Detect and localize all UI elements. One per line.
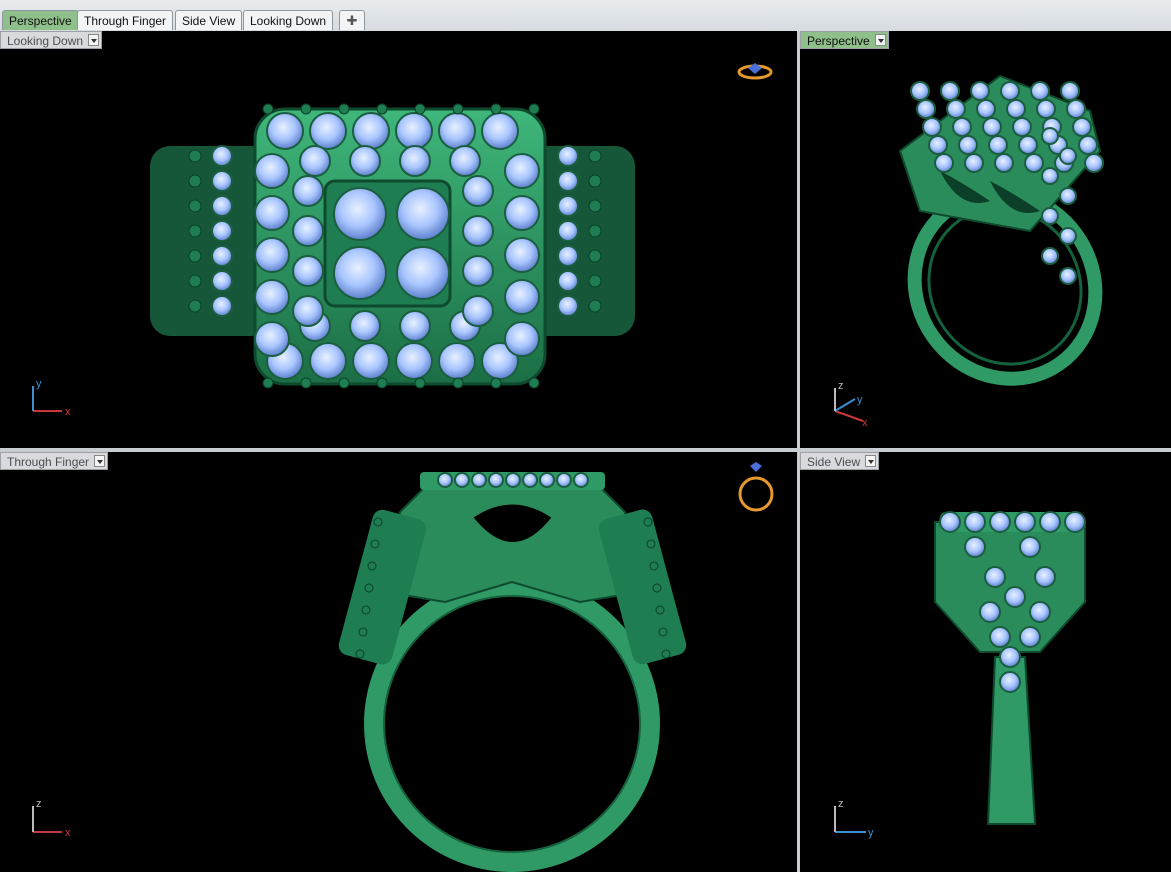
plus-icon: ✚	[346, 13, 358, 28]
axis-x-label: x	[65, 827, 71, 839]
tab-perspective[interactable]: Perspective	[2, 10, 79, 30]
add-tab-button[interactable]: ✚	[339, 10, 365, 30]
dropdown-arrow-icon[interactable]	[865, 455, 877, 467]
axis-indicator: z y x	[834, 380, 868, 429]
axis-z-label: z	[36, 798, 42, 810]
axis-x-label: x	[65, 406, 71, 418]
axis-z-label: z	[838, 798, 844, 810]
axis-x-label: x	[862, 417, 868, 429]
viewport-through-finger[interactable]: z x Through Finger	[0, 452, 797, 872]
axis-indicator: y x	[32, 378, 71, 418]
viewport-side-view[interactable]: z y Side View	[800, 452, 1171, 872]
viewport-divider-horizontal[interactable]	[0, 448, 1171, 452]
viewport-label-side-view[interactable]: Side View	[800, 452, 880, 470]
viewport-label-through-finger[interactable]: Through Finger	[0, 452, 109, 470]
dropdown-arrow-icon[interactable]	[874, 34, 886, 46]
axis-y-label: y	[868, 827, 874, 839]
axis-indicator: z y	[834, 798, 874, 839]
dropdown-arrow-icon[interactable]	[88, 34, 100, 46]
axis-y-label: y	[857, 394, 863, 406]
viewport-tab-bar: Perspective Through Finger Side View Loo…	[0, 0, 1171, 32]
tab-side-view[interactable]: Side View	[175, 10, 243, 30]
tab-through-finger[interactable]: Through Finger	[77, 10, 174, 30]
viewport-label-looking-down[interactable]: Looking Down	[0, 31, 103, 49]
axis-y-label: y	[36, 378, 42, 390]
dropdown-arrow-icon[interactable]	[94, 455, 106, 467]
viewport-label-perspective[interactable]: Perspective	[800, 31, 889, 49]
viewport-looking-down[interactable]: y x Looking Down	[0, 31, 797, 448]
axis-indicator: z x	[32, 798, 71, 839]
axis-z-label: z	[838, 380, 844, 392]
viewport-perspective[interactable]: z y x Perspective	[800, 31, 1171, 448]
tab-looking-down[interactable]: Looking Down	[243, 10, 334, 30]
